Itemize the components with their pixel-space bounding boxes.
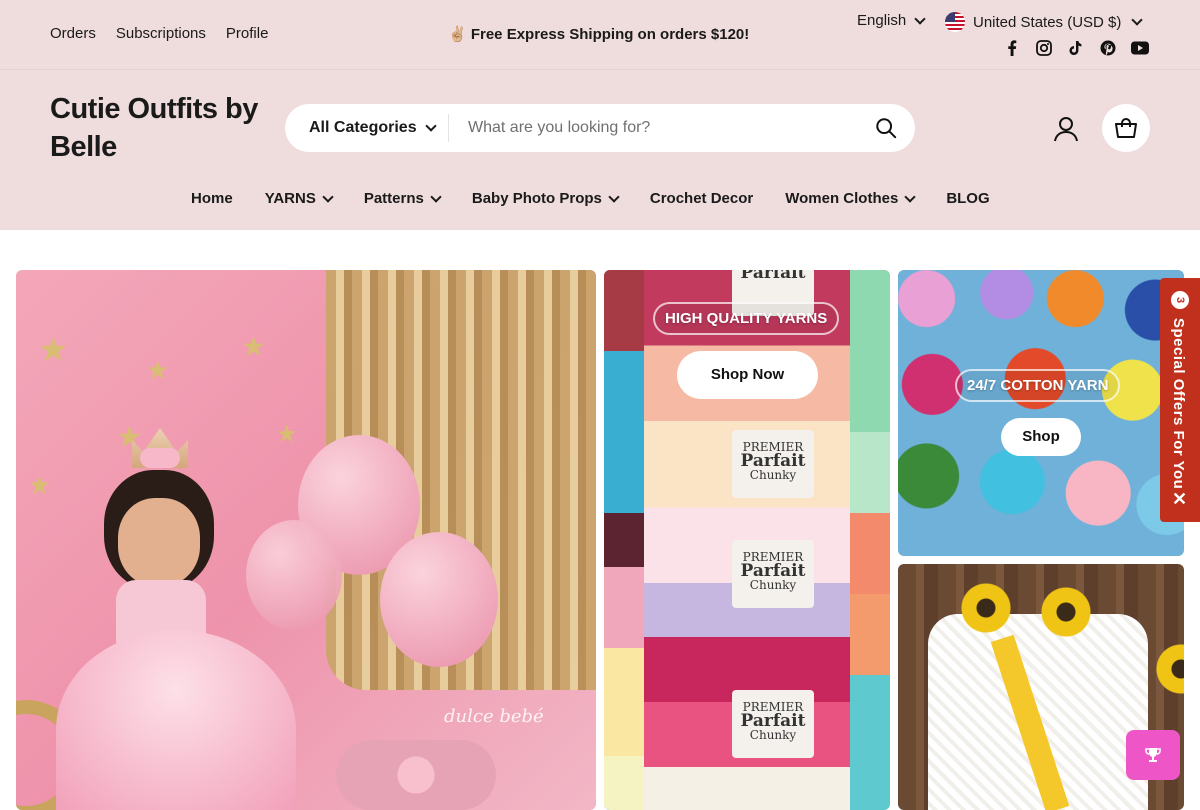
- yarn-label: PREMIER Parfait Chunky: [732, 690, 814, 758]
- hero-baby-photo[interactable]: ★ ★ ★ ★ ★ ★ dulce bebé: [16, 270, 596, 810]
- chevron-down-icon: [1131, 14, 1144, 26]
- special-offers-tab[interactable]: 3 Special Offers For You ✕: [1160, 278, 1200, 522]
- language-selector[interactable]: English: [857, 12, 926, 29]
- yarn-label: PREMIER Parfait Chunky: [732, 540, 814, 608]
- nav-item-yarns[interactable]: YARNS: [264, 190, 334, 207]
- trophy-icon: [1145, 748, 1161, 762]
- yarn-label-name: Parfait: [740, 270, 806, 283]
- chevron-down-icon: [424, 120, 437, 132]
- nav-item-label: YARNS: [264, 190, 316, 207]
- language-label: English: [857, 12, 907, 29]
- chevron-down-icon: [430, 190, 442, 203]
- shop-now-button[interactable]: Shop Now: [677, 351, 818, 399]
- currency-label: United States (USD $): [973, 13, 1122, 31]
- account-links: Orders Subscriptions Profile: [50, 25, 268, 42]
- sunflower: [1146, 634, 1184, 704]
- category-dropdown[interactable]: All Categories: [309, 119, 437, 137]
- cart-button[interactable]: [1102, 104, 1150, 152]
- offers-count-badge: 3: [1171, 291, 1189, 309]
- nav-item-blog[interactable]: BLOG: [946, 190, 989, 207]
- tutu-skirt: [56, 630, 296, 810]
- nav-item-label: Patterns: [363, 190, 424, 207]
- us-flag-icon: [945, 12, 965, 32]
- chevron-down-icon: [608, 190, 620, 203]
- main-nav: Home YARNS Patterns Baby Photo Props Cro…: [191, 190, 990, 207]
- nav-item-women-clothes[interactable]: Women Clothes: [785, 190, 916, 207]
- sunflower: [1040, 586, 1092, 638]
- hero-cotton-yarn[interactable]: 24/7 COTTON YARN Shop: [898, 270, 1184, 556]
- orders-link[interactable]: Orders: [50, 25, 96, 42]
- yarn-label-sub: Chunky: [749, 468, 797, 482]
- nav-item-home[interactable]: Home: [191, 190, 233, 207]
- hero-high-quality-yarns[interactable]: Parfait PREMIER Parfait Chunky PREMIER Parf…: [604, 270, 890, 810]
- facebook-icon[interactable]: [1003, 39, 1021, 57]
- shopping-bag-icon: [1115, 118, 1137, 138]
- nav-item-label: Home: [191, 190, 233, 207]
- search-divider: [448, 114, 449, 142]
- yarn-right-column: [850, 270, 890, 810]
- social-links: [1003, 39, 1149, 57]
- subscriptions-link[interactable]: Subscriptions: [116, 25, 206, 42]
- store-logo[interactable]: Cutie Outfits by Belle: [50, 90, 280, 166]
- tiktok-icon[interactable]: [1067, 39, 1085, 57]
- yarn-label-sub: Chunky: [749, 578, 797, 592]
- yarn-left-column: [604, 270, 644, 810]
- nav-item-label: Crochet Decor: [649, 190, 754, 207]
- search-bar: All Categories: [285, 104, 915, 152]
- chevron-down-icon: [914, 12, 926, 25]
- nav-item-baby-photo-props[interactable]: Baby Photo Props: [471, 190, 620, 207]
- close-icon[interactable]: ✕: [1172, 490, 1187, 508]
- nav-item-label: Baby Photo Props: [471, 190, 602, 207]
- baby-face: [118, 498, 200, 586]
- instagram-icon[interactable]: [1035, 39, 1053, 57]
- pinterest-icon[interactable]: [1099, 39, 1117, 57]
- top-bar: Orders Subscriptions Profile ✌🏼 Free Exp…: [0, 0, 1200, 70]
- search-input[interactable]: [468, 116, 848, 140]
- yarn-label-name: Parfait: [740, 711, 806, 731]
- shipping-promo: ✌🏼 Free Express Shipping on orders $120!: [448, 26, 750, 43]
- search-icon[interactable]: [875, 117, 897, 139]
- nav-item-label: BLOG: [946, 190, 990, 207]
- cotton-yarn-image: [898, 270, 1184, 556]
- category-label: All Categories: [309, 119, 417, 136]
- nav-item-label: Women Clothes: [785, 190, 899, 207]
- shop-button[interactable]: Shop: [1001, 418, 1081, 456]
- nav-item-patterns[interactable]: Patterns: [363, 190, 442, 207]
- yarn-label: PREMIER Parfait Chunky: [732, 430, 814, 498]
- photo-watermark: dulce bebé: [444, 706, 544, 727]
- rewards-button[interactable]: [1126, 730, 1180, 780]
- profile-link[interactable]: Profile: [226, 25, 269, 42]
- yarn-label-name: Parfait: [740, 451, 806, 471]
- sunflower: [960, 582, 1012, 634]
- offers-label: Special Offers For You: [1170, 318, 1187, 490]
- account-icon[interactable]: [1053, 116, 1079, 142]
- yarn-label-name: Parfait: [740, 561, 806, 581]
- youtube-icon[interactable]: [1131, 39, 1149, 57]
- hair-bow: [140, 448, 180, 468]
- chevron-down-icon: [322, 190, 334, 203]
- hero-badge-high-quality-yarns: HIGH QUALITY YARNS: [653, 302, 840, 335]
- main-header: Cutie Outfits by Belle All Categories Ho…: [0, 70, 1200, 230]
- yarn-label-sub: Chunky: [749, 728, 797, 742]
- currency-selector[interactable]: United States (USD $): [945, 12, 1144, 32]
- hero-badge-cotton-yarn: 24/7 COTTON YARN: [955, 369, 1121, 402]
- nav-item-crochet-decor[interactable]: Crochet Decor: [650, 190, 753, 207]
- chevron-down-icon: [904, 190, 916, 203]
